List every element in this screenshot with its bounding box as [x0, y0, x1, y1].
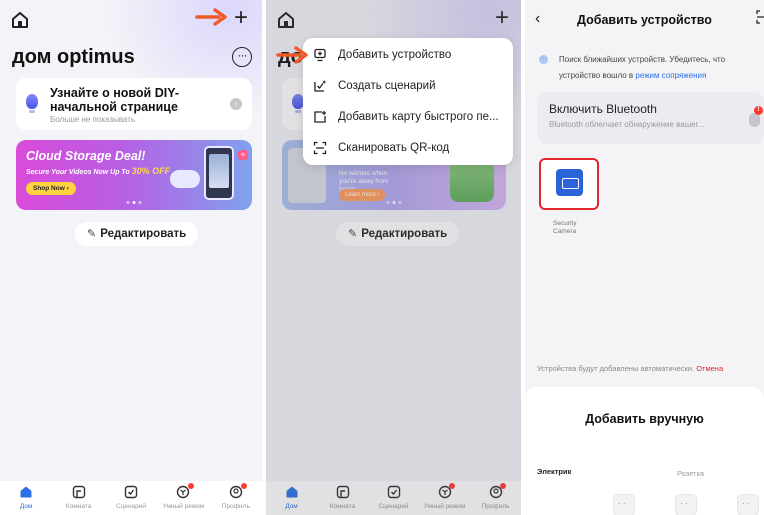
- tab-profile[interactable]: Профиль: [210, 481, 262, 515]
- banner-subtitle: Secure Your Videos Now Up To 30% OFF: [26, 166, 171, 176]
- add-device-screen: ‹ Добавить устройство Поиск ближайших ус…: [525, 0, 764, 515]
- notification-badge: [188, 483, 195, 489]
- page-title: Добавить устройство: [577, 13, 712, 27]
- scan-icon[interactable]: [756, 10, 764, 24]
- menu-item-add-device[interactable]: Добавить устройство: [303, 40, 513, 72]
- security-camera-device-tile[interactable]: [539, 158, 599, 210]
- cloud-storage-banner[interactable]: Cloud Storage Deal! Secure Your Videos N…: [16, 140, 252, 210]
- tab-smart-mode[interactable]: Умный режим: [157, 481, 209, 515]
- add-menu-dropdown: Добавить устройство Создать сценарий Доб…: [303, 38, 513, 165]
- cancel-link[interactable]: Отмена: [696, 364, 723, 373]
- scene-tab-icon: [124, 485, 138, 499]
- menu-item-scan-qr[interactable]: Сканировать QR-код: [303, 133, 513, 165]
- device-name: Security Camera: [553, 220, 577, 235]
- manual-add-section: Добавить вручную Электрик Розетка: [525, 387, 764, 515]
- orange-arrow-pointer: [276, 46, 308, 64]
- lightbulb-icon: [26, 94, 38, 113]
- auto-add-status: Устройства будут добавлены автоматически…: [537, 364, 724, 373]
- menu-item-create-scene[interactable]: Создать сценарий: [303, 71, 513, 103]
- category-electrician[interactable]: Электрик: [537, 467, 571, 476]
- pairing-mode-link[interactable]: режим сопряжения: [635, 71, 706, 80]
- add-card-icon: [314, 111, 326, 123]
- pencil-icon: ✎: [87, 228, 97, 240]
- bluetooth-card[interactable]: Включить Bluetooth Bluetooth облегчает о…: [537, 92, 764, 144]
- diy-card-title: Узнайте о новой DIY-начальной странице: [50, 86, 180, 114]
- more-options-icon[interactable]: ···: [232, 47, 252, 67]
- carousel-dots: [126, 201, 142, 204]
- diy-promo-card[interactable]: Узнайте о новой DIY-начальной странице Б…: [16, 78, 252, 130]
- sale-tag-graphic: %: [236, 149, 249, 161]
- add-device-icon: [314, 48, 326, 62]
- phone-graphic: [204, 146, 234, 200]
- dont-show-again-link[interactable]: Больше не показывать: [50, 115, 135, 124]
- create-scene-icon: [314, 80, 327, 92]
- close-icon[interactable]: ›: [230, 98, 242, 110]
- header: ‹ Добавить устройство: [525, 0, 764, 40]
- room-tab-icon: [72, 485, 85, 499]
- bluetooth-icon: [749, 113, 760, 127]
- discount-highlight: 30% OFF: [131, 166, 171, 176]
- socket-device-icon[interactable]: [613, 494, 635, 515]
- orange-arrow-pointer: [195, 8, 227, 26]
- home-title: дом optimus: [12, 46, 135, 68]
- home-tab-icon: [20, 486, 32, 498]
- category-socket[interactable]: Розетка: [677, 469, 704, 478]
- socket-device-icon[interactable]: [737, 494, 759, 515]
- alert-badge: !: [754, 106, 763, 115]
- scan-qr-icon: [313, 141, 327, 155]
- bluetooth-title: Включить Bluetooth: [549, 102, 657, 116]
- manual-add-title: Добавить вручную: [585, 412, 704, 426]
- tab-scene[interactable]: Сценарий: [105, 481, 157, 515]
- bluetooth-subtitle: Bluetooth облегчает обнаружение вашег...: [549, 120, 705, 129]
- menu-item-add-card[interactable]: Добавить карту быстрого пе...: [303, 102, 513, 134]
- bottom-tab-bar: Дом Комната Сценарий Умный режим Профиль: [0, 481, 262, 515]
- searching-spinner-icon: [539, 55, 548, 64]
- tab-room[interactable]: Комната: [52, 481, 104, 515]
- cloud-graphic: [170, 170, 200, 188]
- home-screen: + дом optimus ··· Узнайте о новой DIY-на…: [0, 0, 262, 515]
- tab-home[interactable]: Дом: [0, 481, 52, 515]
- home-icon[interactable]: [10, 10, 30, 30]
- edit-button[interactable]: ✎ Редактировать: [75, 222, 199, 246]
- banner-title: Cloud Storage Deal!: [26, 149, 146, 163]
- socket-device-icon[interactable]: [675, 494, 697, 515]
- notification-badge: [240, 483, 247, 489]
- add-plus-button[interactable]: +: [234, 5, 248, 31]
- shop-now-button[interactable]: Shop Now ›: [26, 182, 76, 195]
- camera-device-icon: [556, 169, 583, 196]
